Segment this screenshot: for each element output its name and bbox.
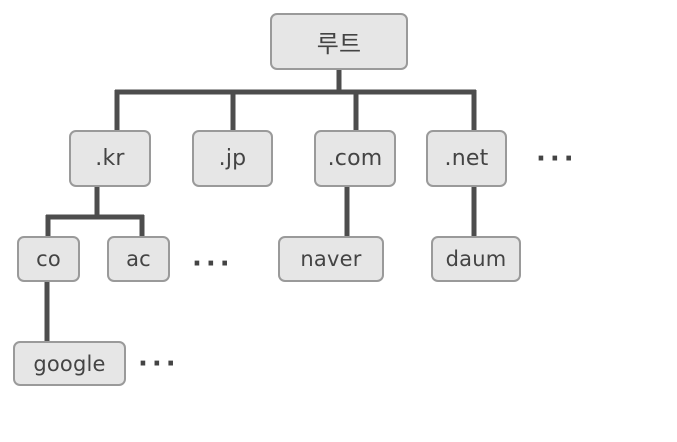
node-ac: ac [107,236,170,282]
node-net: .net [426,130,507,187]
domain-tree-diagram: 루트 .kr .jp .com .net co ac naver daum go… [0,0,677,442]
node-kr: .kr [69,130,151,187]
node-google: google [13,341,126,386]
ellipsis-tld: ··· [536,144,578,174]
ellipsis-second-level: ··· [192,249,234,279]
node-root: 루트 [270,13,408,70]
node-com: .com [314,130,396,187]
node-jp: .jp [192,130,273,187]
node-daum: daum [431,236,521,282]
node-naver: naver [278,236,384,282]
node-co: co [17,236,80,282]
ellipsis-third-level: ··· [138,349,180,379]
